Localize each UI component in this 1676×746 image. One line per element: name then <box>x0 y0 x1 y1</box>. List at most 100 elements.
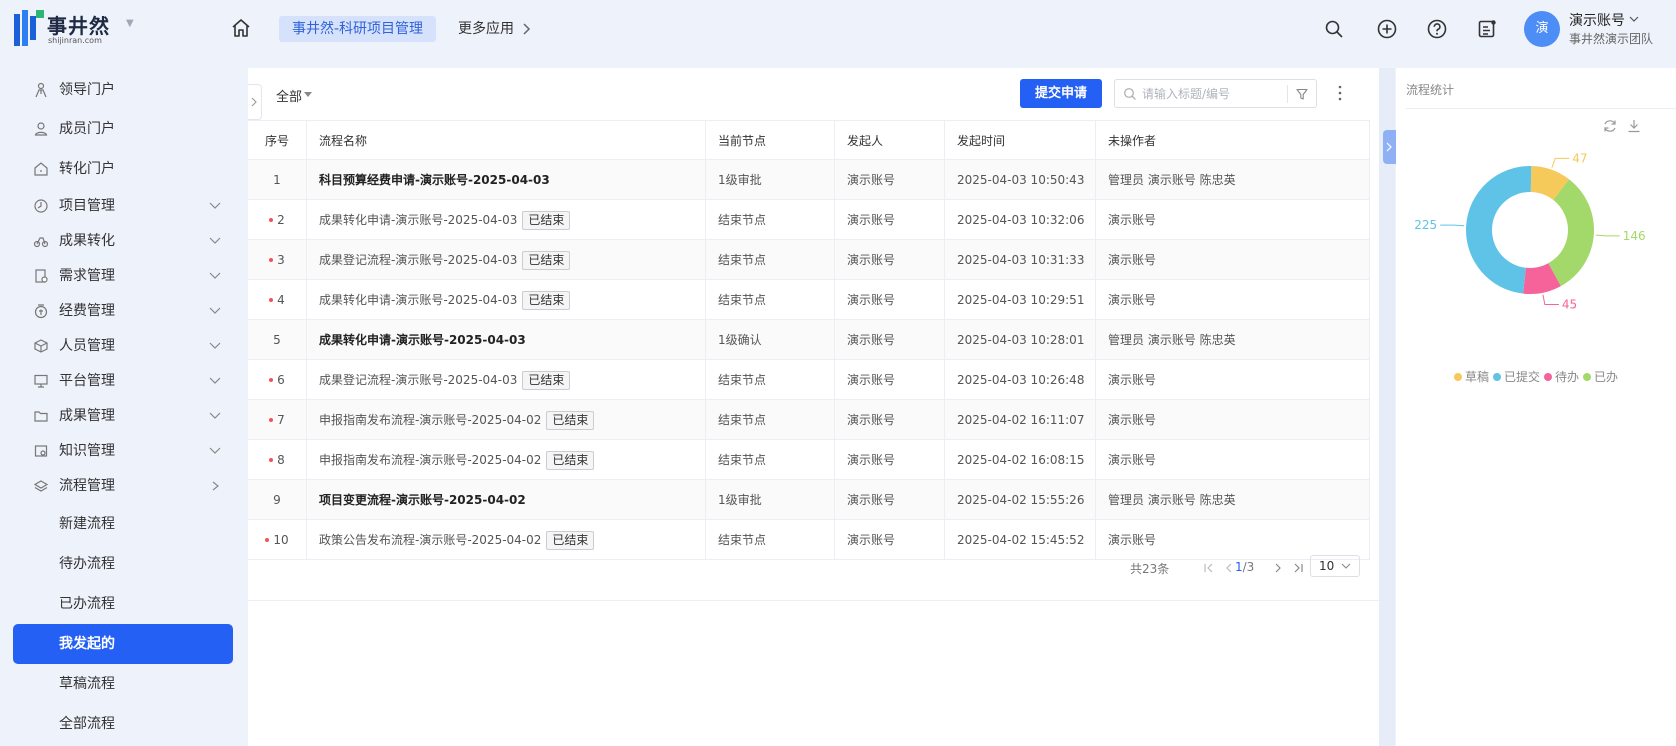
sidebar-item-transfer-portal[interactable]: 转化门户 <box>13 150 233 188</box>
table-row[interactable]: 5 成果转化申请-演示账号-2025-04-03 1级确认 演示账号 2025-04-0… <box>248 320 1370 360</box>
cell-name[interactable]: 成果转化申请-演示账号-2025-04-03 <box>307 320 706 360</box>
search-box <box>1114 79 1317 108</box>
submit-application-button[interactable]: 提交申请 <box>1020 79 1102 108</box>
legend-label: 已提交 <box>1503 370 1540 384</box>
prev-page-icon[interactable] <box>1223 562 1235 574</box>
process-name-link[interactable]: 成果转化申请-演示账号-2025-04-03 <box>319 293 517 307</box>
brand-logo[interactable]: 事井然 shijinran.com <box>14 8 134 48</box>
table-row[interactable]: 2 成果转化申请-演示账号-2025-04-03 已结束 结束节点 演示账号 2025-0… <box>248 200 1370 240</box>
sidebar-item-process-management[interactable]: 流程管理 <box>13 467 233 505</box>
table-row[interactable]: 9 项目变更流程-演示账号-2025-04-02 1级审批 演示账号 2025-04-0… <box>248 480 1370 520</box>
sidebar-collapse-handle[interactable] <box>248 84 262 120</box>
home-icon[interactable] <box>230 17 252 39</box>
table-row[interactable]: 6 成果登记流程-演示账号-2025-04-03 已结束 结束节点 演示账号 2025-0… <box>248 360 1370 400</box>
sidebar-item-label: 转化门户 <box>59 161 115 177</box>
sidebar-item-result-management[interactable]: 成果管理 <box>13 397 233 435</box>
cell-name[interactable]: 成果转化申请-演示账号-2025-04-03 已结束 <box>307 280 706 320</box>
process-name-link[interactable]: 成果登记流程-演示账号-2025-04-03 <box>319 253 517 267</box>
cell-name[interactable]: 成果转化申请-演示账号-2025-04-03 已结束 <box>307 200 706 240</box>
brand-dropdown-icon[interactable]: ▼ <box>126 18 134 29</box>
caret-down-icon[interactable] <box>304 92 312 98</box>
user-name[interactable]: 演示账号 <box>1569 10 1625 30</box>
help-icon[interactable] <box>1426 18 1448 40</box>
cell-name[interactable]: 科目预算经费申请-演示账号-2025-04-03 <box>307 160 706 200</box>
refresh-icon[interactable] <box>1602 118 1618 134</box>
download-icon[interactable] <box>1626 118 1642 134</box>
last-page-icon[interactable] <box>1292 562 1304 574</box>
process-name-link[interactable]: 政策公告发布流程-演示账号-2025-04-02 <box>319 533 541 547</box>
more-vertical-icon[interactable] <box>1335 82 1345 104</box>
sidebar-sub-label: 我发起的 <box>59 636 115 652</box>
leader-icon <box>35 82 47 98</box>
filter-dropdown[interactable]: 全部 <box>276 86 302 105</box>
cell-name[interactable]: 申报指南发布流程-演示账号-2025-04-02 已结束 <box>307 440 706 480</box>
pagination-total: 共23条 <box>1130 562 1170 576</box>
sidebar-item-member-portal[interactable]: 成员门户 <box>13 110 233 148</box>
table-row[interactable]: 8 申报指南发布流程-演示账号-2025-04-02 已结束 结束节点 演示账号 2025… <box>248 440 1370 480</box>
cell-name[interactable]: 成果登记流程-演示账号-2025-04-03 已结束 <box>307 240 706 280</box>
cell-name[interactable]: 申报指南发布流程-演示账号-2025-04-02 已结束 <box>307 400 706 440</box>
sidebar-sub-new-process[interactable]: 新建流程 <box>13 505 233 543</box>
process-name-link[interactable]: 科目预算经费申请-演示账号-2025-04-03 <box>319 173 550 187</box>
sidebar-item-knowledge-management[interactable]: 知识管理 <box>13 432 233 470</box>
process-name-link[interactable]: 成果转化申请-演示账号-2025-04-03 <box>319 333 526 347</box>
table-row[interactable]: 1 科目预算经费申请-演示账号-2025-04-03 1级审批 演示账号 2025-04… <box>248 160 1370 200</box>
logo-mark-icon <box>14 10 44 46</box>
status-badge: 已结束 <box>522 251 571 270</box>
status-badge: 已结束 <box>546 411 595 430</box>
legend-item[interactable]: 已提交 <box>1492 370 1540 384</box>
table-row[interactable]: 7 申报指南发布流程-演示账号-2025-04-02 已结束 结束节点 演示账号 2025… <box>248 400 1370 440</box>
sidebar-sub-draft-process[interactable]: 草稿流程 <box>13 665 233 703</box>
status-badge: 已结束 <box>522 371 571 390</box>
cell-time: 2025-04-03 10:31:33 <box>945 240 1096 280</box>
chevron-right-icon <box>212 481 219 491</box>
next-page-icon[interactable] <box>1272 562 1284 574</box>
first-page-icon[interactable] <box>1203 562 1215 574</box>
legend-item[interactable]: 草稿 <box>1453 370 1489 384</box>
row-no: 9 <box>273 493 281 507</box>
chevron-down-icon[interactable] <box>1628 14 1640 24</box>
table-row[interactable]: 3 成果登记流程-演示账号-2025-04-03 已结束 结束节点 演示账号 2025-0… <box>248 240 1370 280</box>
bike-icon <box>33 237 49 248</box>
sidebar-item-platform-management[interactable]: 平台管理 <box>13 362 233 400</box>
chevron-down-icon <box>209 377 221 384</box>
sidebar-item-leader-portal[interactable]: 领导门户 <box>13 71 233 109</box>
page-size-value: 10 <box>1319 559 1335 573</box>
cell-initiator: 演示账号 <box>835 400 945 440</box>
chevron-right-icon[interactable] <box>520 19 534 39</box>
process-name-link[interactable]: 成果转化申请-演示账号-2025-04-03 <box>319 213 517 227</box>
search-input[interactable] <box>1142 84 1282 104</box>
stats-collapse-handle[interactable] <box>1383 130 1396 164</box>
legend-item[interactable]: 已办 <box>1583 370 1618 384</box>
cell-pending: 演示账号 <box>1096 440 1370 480</box>
cell-name[interactable]: 成果登记流程-演示账号-2025-04-03 已结束 <box>307 360 706 400</box>
search-icon[interactable] <box>1323 18 1345 40</box>
sidebar-item-demand-management[interactable]: 需求管理 <box>13 257 233 295</box>
home-icon <box>34 162 48 176</box>
notice-icon[interactable] <box>1476 18 1498 40</box>
sidebar-item-project-management[interactable]: 项目管理 <box>13 187 233 225</box>
sidebar-sub-todo-process[interactable]: 待办流程 <box>13 545 233 583</box>
nav-more-apps[interactable]: 更多应用 <box>458 16 514 42</box>
cell-time: 2025-04-02 15:55:26 <box>945 480 1096 520</box>
legend-item[interactable]: 待办 <box>1544 370 1579 384</box>
sidebar-sub-all-process[interactable]: 全部流程 <box>13 705 233 743</box>
nav-active-app[interactable]: 事井然-科研项目管理 <box>279 16 437 42</box>
page-size-select[interactable]: 10 <box>1310 555 1360 577</box>
sidebar-sub-my-initiated[interactable]: 我发起的 <box>13 624 233 664</box>
table-row[interactable]: 4 成果转化申请-演示账号-2025-04-03 已结束 结束节点 演示账号 2025-0… <box>248 280 1370 320</box>
sidebar-sub-done-process[interactable]: 已办流程 <box>13 585 233 623</box>
sidebar-item-achievement-transfer[interactable]: 成果转化 <box>13 222 233 260</box>
sidebar-item-staff-management[interactable]: 人员管理 <box>13 327 233 365</box>
donut-slice-1[interactable] <box>1466 166 1532 294</box>
process-name-link[interactable]: 申报指南发布流程-演示账号-2025-04-02 <box>319 453 541 467</box>
avatar[interactable]: 演 <box>1524 11 1560 47</box>
process-name-link[interactable]: 成果登记流程-演示账号-2025-04-03 <box>319 373 517 387</box>
sidebar-item-fund-management[interactable]: 经费管理 <box>13 292 233 330</box>
cube-icon <box>34 339 48 353</box>
process-name-link[interactable]: 项目变更流程-演示账号-2025-04-02 <box>319 493 526 507</box>
filter-icon[interactable] <box>1295 87 1309 101</box>
process-name-link[interactable]: 申报指南发布流程-演示账号-2025-04-02 <box>319 413 541 427</box>
cell-name[interactable]: 项目变更流程-演示账号-2025-04-02 <box>307 480 706 520</box>
add-circle-icon[interactable] <box>1376 18 1398 40</box>
